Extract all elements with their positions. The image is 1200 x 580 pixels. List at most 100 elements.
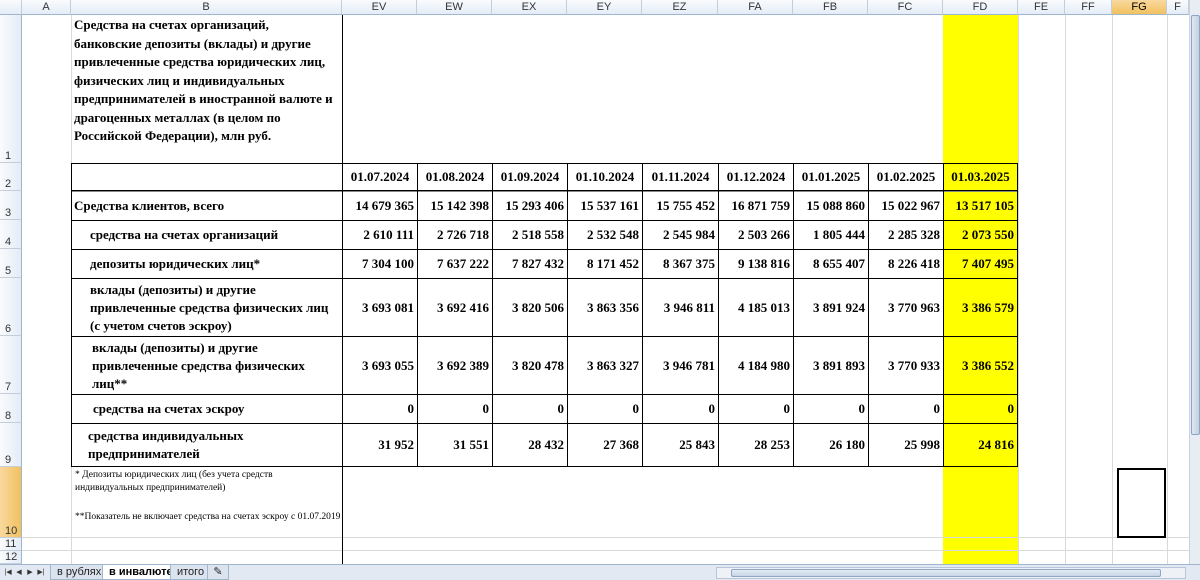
table-cell[interactable]: 9 138 816: [719, 250, 793, 278]
sheet-tab-total[interactable]: итого: [170, 565, 212, 580]
table-cell[interactable]: 15 022 967: [869, 192, 943, 220]
table-cell[interactable]: 31 551: [418, 424, 492, 466]
table-cell[interactable]: 25 998: [869, 424, 943, 466]
table-cell[interactable]: 3 820 506: [493, 279, 567, 336]
table-cell[interactable]: 0: [643, 395, 718, 423]
table-cell[interactable]: 24 816: [944, 424, 1017, 466]
col-header-ex[interactable]: EX: [492, 0, 567, 15]
col-header-ey[interactable]: EY: [567, 0, 642, 15]
table-cell[interactable]: 3 891 893: [794, 337, 868, 394]
spreadsheet-grid[interactable]: A B EV EW EX EY EZ FA FB FC FD FE FF FG …: [0, 0, 1189, 564]
table-cell[interactable]: 7 637 222: [418, 250, 492, 278]
table-cell[interactable]: 0: [719, 395, 793, 423]
table-cell[interactable]: 0: [343, 395, 417, 423]
table-cell[interactable]: 7 407 495: [944, 250, 1017, 278]
table-cell[interactable]: 3 891 924: [794, 279, 868, 336]
row-label-organizations[interactable]: средства на счетах организаций: [90, 221, 340, 249]
table-cell[interactable]: 2 518 558: [493, 221, 567, 249]
table-cell[interactable]: 3 693 081: [343, 279, 417, 336]
table-cell[interactable]: 15 755 452: [643, 192, 718, 220]
table-cell[interactable]: 4 184 980: [719, 337, 793, 394]
table-cell[interactable]: 28 253: [719, 424, 793, 466]
row-header-1[interactable]: 1: [0, 15, 22, 163]
table-cell[interactable]: 7 827 432: [493, 250, 567, 278]
table-cell[interactable]: 15 142 398: [418, 192, 492, 220]
table-cell[interactable]: 2 285 328: [869, 221, 943, 249]
table-cell[interactable]: 3 770 963: [869, 279, 943, 336]
table-cell[interactable]: 14 679 365: [343, 192, 417, 220]
table-cell[interactable]: 25 843: [643, 424, 718, 466]
horizontal-scrollbar-thumb[interactable]: [731, 569, 1161, 577]
col-header-fc[interactable]: FC: [868, 0, 943, 15]
date-header[interactable]: 01.08.2024: [418, 164, 492, 190]
table-cell[interactable]: 27 368: [568, 424, 642, 466]
date-header[interactable]: 01.01.2025: [794, 164, 868, 190]
row-header-11[interactable]: 11: [0, 538, 22, 551]
first-sheet-icon[interactable]: |◀: [3, 567, 13, 578]
date-header[interactable]: 01.12.2024: [719, 164, 793, 190]
date-header[interactable]: 01.10.2024: [568, 164, 642, 190]
row-label-legal-entities[interactable]: депозиты юридических лиц*: [90, 250, 340, 278]
table-cell[interactable]: 0: [794, 395, 868, 423]
date-header[interactable]: 01.07.2024: [343, 164, 417, 190]
row-header-8[interactable]: 8: [0, 394, 22, 423]
table-cell[interactable]: 2 532 548: [568, 221, 642, 249]
insert-sheet-icon[interactable]: ✎: [207, 565, 229, 580]
table-cell[interactable]: 3 386 579: [944, 279, 1017, 336]
row-header-7[interactable]: 7: [0, 336, 22, 394]
row-label-escrow[interactable]: средства на счетах эскроу: [93, 395, 340, 423]
row-header-9[interactable]: 9: [0, 423, 22, 467]
row-label-individuals[interactable]: вклады (депозиты) и другие привлеченные …: [74, 337, 340, 394]
table-cell[interactable]: 3 820 478: [493, 337, 567, 394]
table-cell[interactable]: 3 946 781: [643, 337, 718, 394]
col-header-fb[interactable]: FB: [793, 0, 868, 15]
table-cell[interactable]: 3 692 389: [418, 337, 492, 394]
table-cell[interactable]: 15 537 161: [568, 192, 642, 220]
table-cell[interactable]: 0: [493, 395, 567, 423]
table-cell[interactable]: 0: [869, 395, 943, 423]
table-cell[interactable]: 0: [418, 395, 492, 423]
table-cell[interactable]: 26 180: [794, 424, 868, 466]
table-cell[interactable]: 0: [944, 395, 1017, 423]
date-header[interactable]: 01.03.2025: [944, 164, 1017, 190]
table-cell[interactable]: 3 946 811: [643, 279, 718, 336]
prev-sheet-icon[interactable]: ◀: [14, 567, 24, 578]
table-cell[interactable]: 15 293 406: [493, 192, 567, 220]
date-header[interactable]: 01.09.2024: [493, 164, 567, 190]
table-cell[interactable]: 2 726 718: [418, 221, 492, 249]
col-header-a[interactable]: A: [22, 0, 71, 15]
table-cell[interactable]: 8 367 375: [643, 250, 718, 278]
sheet-tab-foreign-currency[interactable]: в инвалюте: [102, 565, 180, 580]
last-sheet-icon[interactable]: ▶|: [36, 567, 46, 578]
row-label-total[interactable]: Средства клиентов, всего: [74, 192, 340, 220]
table-cell[interactable]: 2 545 984: [643, 221, 718, 249]
next-sheet-icon[interactable]: ▶: [25, 567, 35, 578]
table-cell[interactable]: 28 432: [493, 424, 567, 466]
row-header-3[interactable]: 3: [0, 191, 22, 220]
table-cell[interactable]: 3 692 416: [418, 279, 492, 336]
table-title[interactable]: Средства на счетах организаций, банковск…: [72, 16, 341, 163]
row-header-6[interactable]: 6: [0, 278, 22, 336]
table-cell[interactable]: 3 863 356: [568, 279, 642, 336]
date-header[interactable]: 01.02.2025: [869, 164, 943, 190]
footnote-legal-entities[interactable]: * Депозиты юридических лиц (без учета ср…: [72, 469, 342, 499]
col-header-fg[interactable]: FG: [1112, 0, 1167, 15]
row-label-entrepreneurs[interactable]: средства индивидуальных предпринимателей: [74, 424, 340, 466]
vertical-scrollbar[interactable]: [1189, 0, 1200, 564]
col-header-ff[interactable]: FF: [1065, 0, 1112, 15]
table-cell[interactable]: 2 073 550: [944, 221, 1017, 249]
table-cell[interactable]: 2 503 266: [719, 221, 793, 249]
row-header-4[interactable]: 4: [0, 220, 22, 249]
row-label-individuals-escrow[interactable]: вклады (депозиты) и другие привлеченные …: [74, 279, 340, 336]
col-header-fa[interactable]: FA: [718, 0, 793, 15]
table-cell[interactable]: 8 655 407: [794, 250, 868, 278]
table-cell[interactable]: 3 863 327: [568, 337, 642, 394]
table-cell[interactable]: 8 226 418: [869, 250, 943, 278]
col-header-ew[interactable]: EW: [417, 0, 492, 15]
horizontal-scrollbar[interactable]: [716, 567, 1186, 579]
table-cell[interactable]: 15 088 860: [794, 192, 868, 220]
table-cell[interactable]: 3 770 933: [869, 337, 943, 394]
footnote-escrow[interactable]: **Показатель не включает средства на сче…: [72, 511, 342, 537]
col-header-fh[interactable]: F: [1167, 0, 1189, 15]
table-cell[interactable]: 8 171 452: [568, 250, 642, 278]
